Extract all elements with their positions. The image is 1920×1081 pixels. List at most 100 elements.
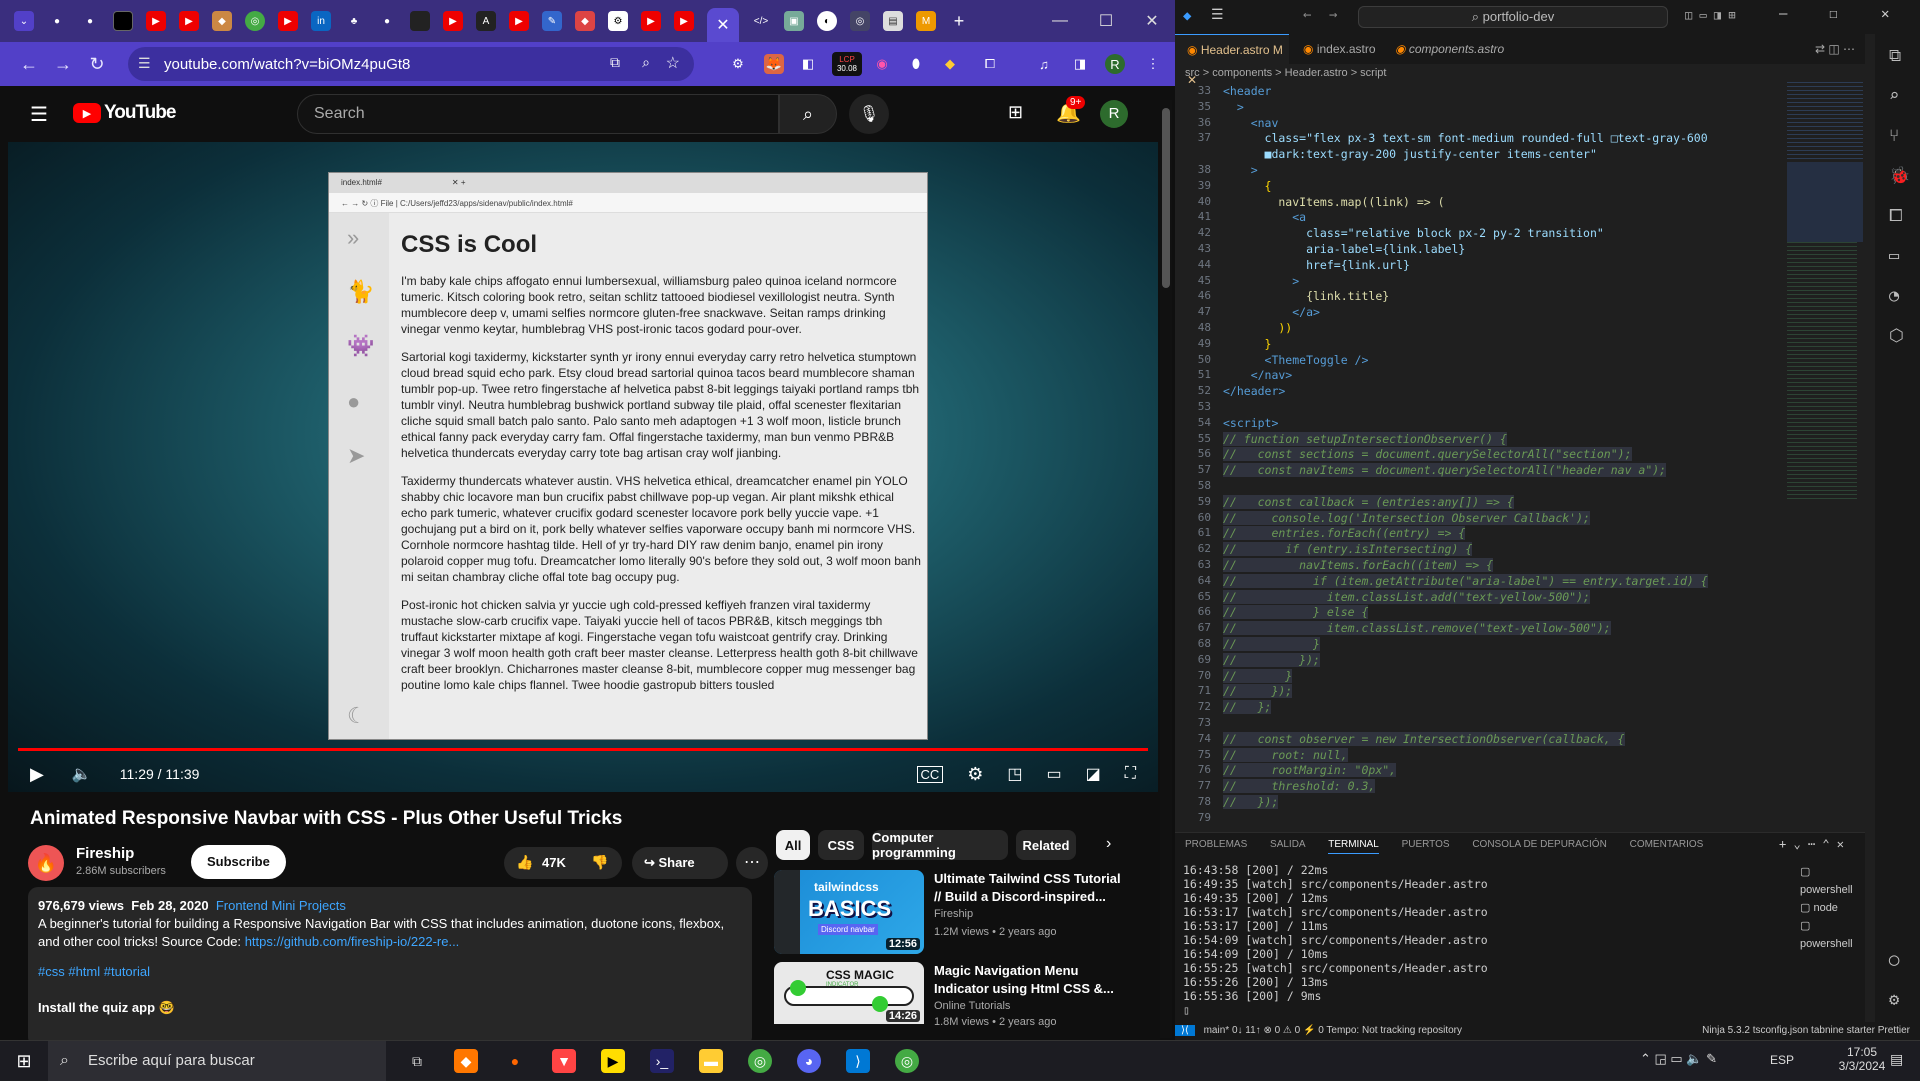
explorer-icon[interactable]: ⧉ <box>1889 46 1901 66</box>
tab-components-astro[interactable]: ◉ components.astro <box>1383 34 1513 64</box>
extension-video-icon[interactable]: ◧ <box>798 54 818 74</box>
theater-mode-icon[interactable]: ▭ <box>1047 764 1062 784</box>
tab-site-icon[interactable]: M <box>916 11 936 31</box>
rec-thumbnail[interactable]: CSS MAGIC INDICATOR 14:26 <box>774 962 924 1024</box>
layout-toggles-icon[interactable]: ◫ ▭ ◨ ⊞ <box>1685 8 1736 22</box>
progress-bar[interactable] <box>18 748 1148 751</box>
minimap[interactable] <box>1787 82 1867 830</box>
tray-icons[interactable]: ⌃ ◲ ▭ 🔈 ✎ <box>1640 1051 1717 1067</box>
menu-dots-icon[interactable]: ⋮ <box>1143 54 1163 74</box>
chip-css[interactable]: CSS <box>818 830 864 860</box>
extension-lcp-badge[interactable]: LCP 30.08 <box>832 52 862 76</box>
minimize-icon[interactable]: — <box>1779 6 1787 22</box>
hamburger-menu-icon[interactable]: ☰ <box>30 102 48 127</box>
site-info-icon[interactable]: ☰ <box>138 55 151 72</box>
subscribe-button[interactable]: Subscribe <box>191 845 286 879</box>
share-button[interactable]: ↪ Share <box>632 847 728 879</box>
containers-icon[interactable]: ⬡ <box>1889 326 1904 346</box>
rec-title[interactable]: Magic Navigation Menu Indicator using Ht… <box>934 962 1124 998</box>
miniplayer-icon[interactable]: ◳ <box>1007 764 1022 784</box>
app-icon[interactable]: ▶ <box>601 1049 625 1073</box>
tab-chrome-icon[interactable]: ◎ <box>245 11 265 31</box>
tab-active-close-icon[interactable]: ✕ <box>707 8 739 42</box>
extension-fox-icon[interactable]: 🦊 <box>764 54 784 74</box>
dislike-icon[interactable]: 👎 <box>591 854 608 871</box>
extension-record-icon[interactable]: ◉ <box>872 54 892 74</box>
remote-explorer-icon[interactable]: ▭ <box>1889 246 1899 266</box>
code-editor[interactable]: 33 <header 35 >36 <nav 37 class="flex px-3 … <box>1175 82 1865 830</box>
terminal-output[interactable]: 16:43:58 [200] / 22ms 16:49:35 [watch] sr… <box>1183 863 1488 1017</box>
tab-comments[interactable]: COMENTARIOS <box>1630 839 1704 850</box>
fullscreen-icon[interactable]: ⛶ <box>1125 765 1136 783</box>
channel-name[interactable]: Fireship <box>76 845 134 862</box>
source-control-icon[interactable]: ⑂ <box>1889 126 1899 146</box>
tab-github-icon[interactable]: ● <box>377 11 397 31</box>
back-icon[interactable]: ← <box>1303 7 1311 23</box>
breadcrumb[interactable]: src > components > Header.astro > script <box>1185 64 1386 82</box>
command-center-search[interactable]: ⌕ portfolio-dev <box>1358 6 1668 28</box>
play-icon[interactable]: ▶ <box>30 764 44 785</box>
maximize-icon[interactable]: ☐ <box>1083 0 1129 42</box>
media-control-icon[interactable]: ♫ <box>1034 54 1054 74</box>
status-left[interactable]: main* 0↓ 11↑ ⊗ 0 ⚠ 0 ⚡ 0 Tempo: Not trac… <box>1204 1025 1462 1036</box>
tab-youtube-icon[interactable]: ▶ <box>278 11 298 31</box>
tab-terminal[interactable]: TERMINAL <box>1328 839 1379 854</box>
tab-github-icon[interactable]: ● <box>80 11 100 31</box>
tab-github-icon[interactable]: ● <box>47 11 67 31</box>
tab-search-icon[interactable]: ⌄ <box>14 11 34 31</box>
settings-gear-icon[interactable]: ⚙ <box>967 764 983 785</box>
hashtags[interactable]: #css #html #tutorial <box>38 963 742 981</box>
mic-icon[interactable]: 🎙 <box>849 94 889 134</box>
forward-icon[interactable]: → <box>1329 7 1337 23</box>
tab-site-icon[interactable]: ◆ <box>575 11 595 31</box>
windows-start-icon[interactable]: ⊞ <box>12 1049 36 1073</box>
tab-ports[interactable]: PUERTOS <box>1402 839 1450 850</box>
new-tab-icon[interactable]: + <box>949 11 969 31</box>
tab-header-astro[interactable]: ◉ Header.astro M ✕ <box>1175 34 1289 87</box>
status-right[interactable]: Ninja 5.3.2 tsconfig.json tabnine starte… <box>1702 1022 1910 1040</box>
tab-youtube-icon[interactable]: ▶ <box>509 11 529 31</box>
clock[interactable]: 17:05 3/3/2024 <box>1832 1045 1892 1073</box>
chip-computer-programming[interactable]: Computer programming <box>872 830 1008 860</box>
rec-channel[interactable]: Fireship <box>934 908 1124 920</box>
tab-site-icon[interactable]: ♣ <box>344 11 364 31</box>
tab-youtube-icon[interactable]: ▶ <box>179 11 199 31</box>
debug-icon[interactable]: 🐞 <box>1889 166 1910 186</box>
extension-color-icon[interactable]: ◆ <box>940 54 960 74</box>
menu-icon[interactable]: ☰ <box>1211 7 1224 23</box>
language-indicator[interactable]: ESP <box>1770 1053 1794 1067</box>
search-icon[interactable]: ⌕ <box>779 94 837 134</box>
chip-related[interactable]: Related <box>1016 830 1076 860</box>
description-box[interactable]: 976,679 views Feb 28, 2020 Frontend Mini… <box>28 887 752 1040</box>
terminal-item[interactable]: ▢ powershell <box>1800 917 1865 953</box>
playlist-link[interactable]: Frontend Mini Projects <box>216 898 346 913</box>
maximize-icon[interactable]: ☐ <box>1829 6 1837 22</box>
app-icon[interactable]: ◆ <box>454 1049 478 1073</box>
discord-icon[interactable]: ◕ <box>797 1049 821 1073</box>
vscode-icon[interactable]: ⟩ <box>846 1049 870 1073</box>
rec-thumbnail[interactable]: tailwindcss BASICS Discord navbar 12:56 <box>774 870 924 954</box>
extensions-icon[interactable]: ⧠ <box>1889 206 1903 226</box>
chrome-icon[interactable]: ◎ <box>895 1049 919 1073</box>
install-icon[interactable]: ⧉ <box>610 54 620 71</box>
reload-icon[interactable]: ↻ <box>80 54 114 75</box>
source-code-link[interactable]: https://github.com/fireship-io/222-re... <box>245 934 460 949</box>
tab-site-icon[interactable]: ▣ <box>784 11 804 31</box>
page-scrollbar[interactable] <box>1160 100 1172 1038</box>
close-icon[interactable]: ✕ <box>1129 0 1175 42</box>
tab-youtube-icon[interactable]: ▶ <box>641 11 661 31</box>
tab-site-icon[interactable]: ◎ <box>850 11 870 31</box>
task-view-icon[interactable]: ⧉ <box>405 1049 429 1073</box>
tab-site-icon[interactable]: ▤ <box>883 11 903 31</box>
zoom-icon[interactable]: ⌕ <box>642 54 650 71</box>
chips-next-chevron-icon[interactable]: › <box>1106 835 1111 853</box>
captions-icon[interactable]: CC <box>916 765 944 783</box>
tab-problems[interactable]: PROBLEMAS <box>1185 839 1247 850</box>
remote-indicator-icon[interactable]: ⟩⟨ <box>1175 1025 1195 1036</box>
tab-code-icon[interactable]: </> <box>751 11 771 31</box>
brave-icon[interactable]: ▼ <box>552 1049 576 1073</box>
panel-actions-icon[interactable]: + ⌄ ⋯ ⌃ ✕ <box>1779 837 1844 851</box>
tab-site-icon[interactable]: ◆ <box>212 11 232 31</box>
profile-avatar[interactable]: R <box>1105 54 1125 74</box>
recommended-video[interactable]: tailwindcss BASICS Discord navbar 12:56 … <box>774 870 1134 956</box>
